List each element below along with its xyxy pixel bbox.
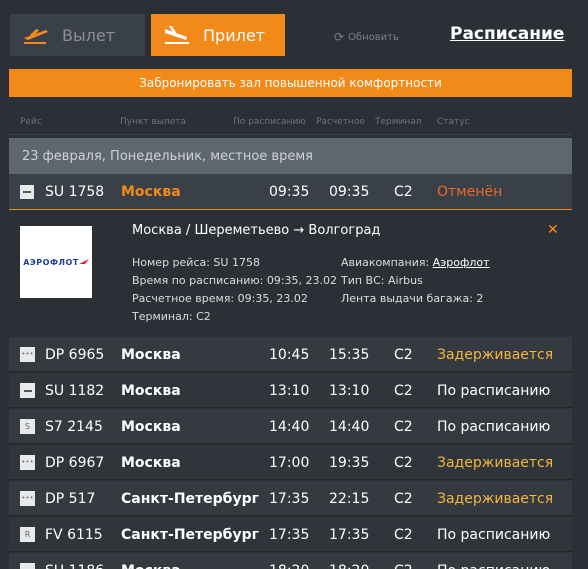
column-header-origin: Пункт вылета: [120, 117, 186, 127]
route-title: Москва / Шереметьево → Волгоград: [132, 223, 381, 238]
terminal: C2: [394, 346, 413, 363]
airline-logo: АЭРОФЛОТ: [20, 226, 92, 298]
estimated-time: 18:20: [329, 553, 369, 569]
close-icon[interactable]: ✕: [547, 222, 559, 238]
detail-terminal: Терминал: C2: [132, 310, 211, 323]
estimated-time: 15:35: [329, 346, 370, 363]
origin-city: Москва: [121, 454, 181, 471]
detail-scheduled-time: Время по расписанию: 09:35, 23.02: [132, 274, 338, 287]
estimated-time: 13:10: [329, 382, 370, 399]
airline-icon[interactable]: [20, 373, 36, 408]
tab-departure-label: Вылет: [62, 25, 115, 45]
terminal: C2: [394, 418, 413, 435]
flight-number: FV 6115: [45, 526, 103, 543]
scheduled-time: 10:45: [269, 346, 310, 363]
terminal: C2: [394, 183, 413, 200]
scheduled-time: 17:00: [269, 454, 310, 471]
airline-icon[interactable]: •••: [20, 337, 36, 372]
table-row-expanded[interactable]: SU 1758 Москва 09:35 09:35 C2 Отменён: [9, 174, 572, 209]
schedule-link[interactable]: Расписание: [450, 24, 564, 44]
status-badge: По расписанию: [437, 382, 551, 399]
flight-number: DP 6965: [45, 346, 105, 363]
scheduled-time: 09:35: [269, 183, 310, 200]
estimated-time: 19:35: [329, 454, 370, 471]
column-header-status: Статус: [437, 117, 470, 127]
scheduled-time: 14:40: [269, 418, 310, 435]
table-row[interactable]: S S7 2145 Москва 14:40 14:40 C2 По расписанию: [9, 409, 572, 444]
plane-takeoff-icon: [24, 29, 48, 44]
column-header-terminal: Терминал: [375, 117, 422, 127]
scheduled-time: 17:35: [269, 526, 310, 543]
detail-aircraft: Тип ВС: Airbus: [341, 274, 423, 287]
terminal: C2: [394, 454, 413, 471]
tab-arrival-label: Прилет: [203, 25, 265, 45]
status-badge: По расписанию: [437, 526, 551, 543]
airline-icon[interactable]: [20, 553, 36, 569]
flight-number: SU 1186: [45, 553, 104, 569]
estimated-time: 17:35: [329, 526, 370, 543]
status-badge: По расписанию: [437, 418, 551, 435]
origin-city: Москва: [121, 346, 181, 363]
estimated-time: 22:15: [329, 490, 370, 507]
flight-number: DP 6967: [45, 454, 105, 471]
tab-arrival[interactable]: Прилет: [151, 14, 285, 56]
scheduled-time: 18:20: [269, 553, 309, 569]
flight-detail-panel: АЭРОФЛОТ Москва / Шереметьево → Волгогра…: [9, 209, 572, 337]
column-header-scheduled: По расписанию: [233, 117, 306, 127]
status-badge: Задерживается: [437, 490, 554, 507]
terminal: C2: [394, 553, 413, 569]
origin-city: Санкт-Петербург: [121, 526, 259, 543]
tab-departure[interactable]: Вылет: [10, 14, 145, 56]
wing-icon: [78, 259, 89, 264]
status-badge: Отменён: [437, 183, 503, 200]
refresh-icon: ⟳: [334, 30, 345, 44]
top-bar: Вылет Прилет ⟳ Обновить Расписание: [0, 0, 588, 68]
origin-city: Москва: [121, 418, 181, 435]
column-header-estimated: Расчетное: [316, 117, 365, 127]
plane-landing-icon: [165, 26, 189, 44]
detail-estimated-time: Расчетное время: 09:35, 23.02: [132, 292, 308, 305]
flight-number: DP 517: [45, 490, 96, 507]
origin-city: Москва: [121, 382, 181, 399]
origin-city: Санкт-Петербург: [121, 490, 259, 507]
status-badge: Задерживается: [437, 346, 554, 363]
terminal: C2: [394, 490, 413, 507]
status-badge: По расписанию: [437, 553, 550, 569]
flight-number: SU 1758: [45, 183, 105, 200]
airline-icon[interactable]: S: [20, 409, 36, 444]
detail-flight-number: Номер рейса: SU 1758: [132, 256, 260, 269]
terminal: C2: [394, 382, 413, 399]
book-lounge-button[interactable]: Забронировать зал повышенной комфортност…: [9, 69, 572, 97]
table-row[interactable]: SU 1186 Москва 18:20 18:20 C2 По расписанию: [9, 553, 572, 569]
date-band: 23 февраля, Понедельник, местное время: [9, 138, 572, 174]
column-header-flight: Рейс: [20, 117, 42, 127]
status-badge: Задерживается: [437, 454, 554, 471]
airline-label: Авиакомпания:: [341, 256, 430, 269]
scheduled-time: 17:35: [269, 490, 310, 507]
airline-logo-text: АЭРОФЛОТ: [23, 257, 79, 267]
detail-airline: Авиакомпания: Аэрофлот: [341, 256, 490, 269]
origin-city: Москва: [121, 183, 181, 200]
airline-icon[interactable]: R: [20, 517, 36, 552]
table-row[interactable]: SU 1182 Москва 13:10 13:10 C2 По расписанию: [9, 373, 572, 408]
collapse-icon[interactable]: [20, 174, 36, 209]
airline-link[interactable]: Аэрофлот: [433, 256, 490, 269]
estimated-time: 14:40: [329, 418, 370, 435]
table-row[interactable]: R FV 6115 Санкт-Петербург 17:35 17:35 C2 По ра…: [9, 517, 572, 552]
airline-icon[interactable]: •••: [20, 445, 36, 480]
terminal: C2: [394, 526, 413, 543]
table-row[interactable]: ••• DP 6965 Москва 10:45 15:35 C2 Задерживаетс…: [9, 337, 572, 372]
airline-icon[interactable]: •••: [20, 481, 36, 516]
flight-number: S7 2145: [45, 418, 103, 435]
flight-number: SU 1182: [45, 382, 105, 399]
scheduled-time: 13:10: [269, 382, 310, 399]
estimated-time: 09:35: [329, 183, 370, 200]
refresh-label: Обновить: [348, 31, 399, 43]
table-row[interactable]: ••• DP 517 Санкт-Петербург 17:35 22:15 C2 Заде…: [9, 481, 572, 516]
refresh-button[interactable]: ⟳ Обновить: [334, 30, 399, 44]
divider: [9, 134, 572, 135]
origin-city: Москва: [121, 553, 181, 569]
table-row[interactable]: ••• DP 6967 Москва 17:00 19:35 C2 Задерживаетс…: [9, 445, 572, 480]
detail-baggage: Лента выдачи багажа: 2: [341, 292, 484, 305]
